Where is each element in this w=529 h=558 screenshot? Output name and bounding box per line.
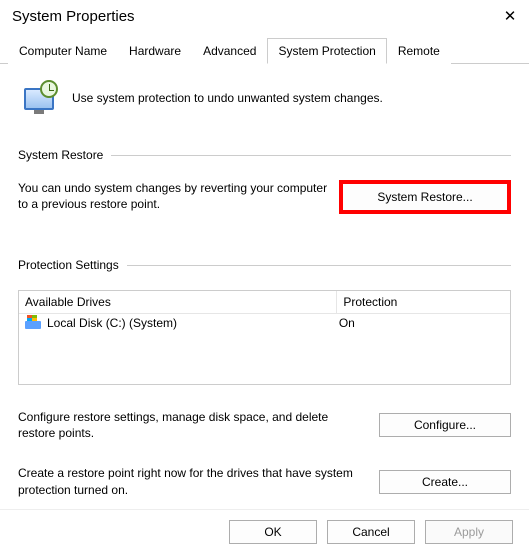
configure-row: Configure restore settings, manage disk … [18,409,511,441]
drive-protection: On [339,316,504,330]
tab-strip: Computer Name Hardware Advanced System P… [0,37,529,64]
tab-hardware[interactable]: Hardware [118,38,192,64]
close-icon[interactable]: ✕ [503,10,517,24]
system-properties-window: System Properties ✕ Computer Name Hardwa… [0,0,529,558]
section-heading: System Restore [18,148,103,162]
create-row: Create a restore point right now for the… [18,465,511,497]
create-button[interactable]: Create... [379,470,511,494]
column-protection: Protection [337,291,510,313]
drives-header: Available Drives Protection [19,291,510,314]
configure-text: Configure restore settings, manage disk … [18,409,367,441]
section-protection-settings: Protection Settings [18,258,511,272]
tab-body: Use system protection to undo unwanted s… [0,64,529,509]
restore-row: You can undo system changes by reverting… [18,180,511,214]
ok-button[interactable]: OK [229,520,317,544]
cancel-button[interactable]: Cancel [327,520,415,544]
table-row[interactable]: Local Disk (C:) (System) On [19,314,510,332]
section-heading: Protection Settings [18,258,119,272]
tab-remote[interactable]: Remote [387,38,451,64]
configure-button[interactable]: Configure... [379,413,511,437]
titlebar: System Properties ✕ [0,0,529,29]
window-title: System Properties [12,8,135,25]
tab-computer-name[interactable]: Computer Name [8,38,118,64]
apply-button[interactable]: Apply [425,520,513,544]
drive-name: Local Disk (C:) (System) [47,316,177,330]
tab-system-protection[interactable]: System Protection [267,38,386,64]
section-system-restore: System Restore [18,148,511,162]
create-text: Create a restore point right now for the… [18,465,367,497]
system-restore-button[interactable]: System Restore... [339,180,511,214]
intro-row: Use system protection to undo unwanted s… [18,76,511,124]
divider [111,155,511,156]
drives-list[interactable]: Available Drives Protection Local Disk (… [18,290,511,385]
drive-icon [25,317,41,329]
dialog-footer: OK Cancel Apply [0,509,529,558]
tab-advanced[interactable]: Advanced [192,38,267,64]
intro-text: Use system protection to undo unwanted s… [72,91,383,105]
restore-description: You can undo system changes by reverting… [18,180,329,212]
divider [127,265,511,266]
system-protection-icon [22,80,58,116]
column-available-drives: Available Drives [19,291,337,313]
drives-rows: Local Disk (C:) (System) On [19,314,510,384]
